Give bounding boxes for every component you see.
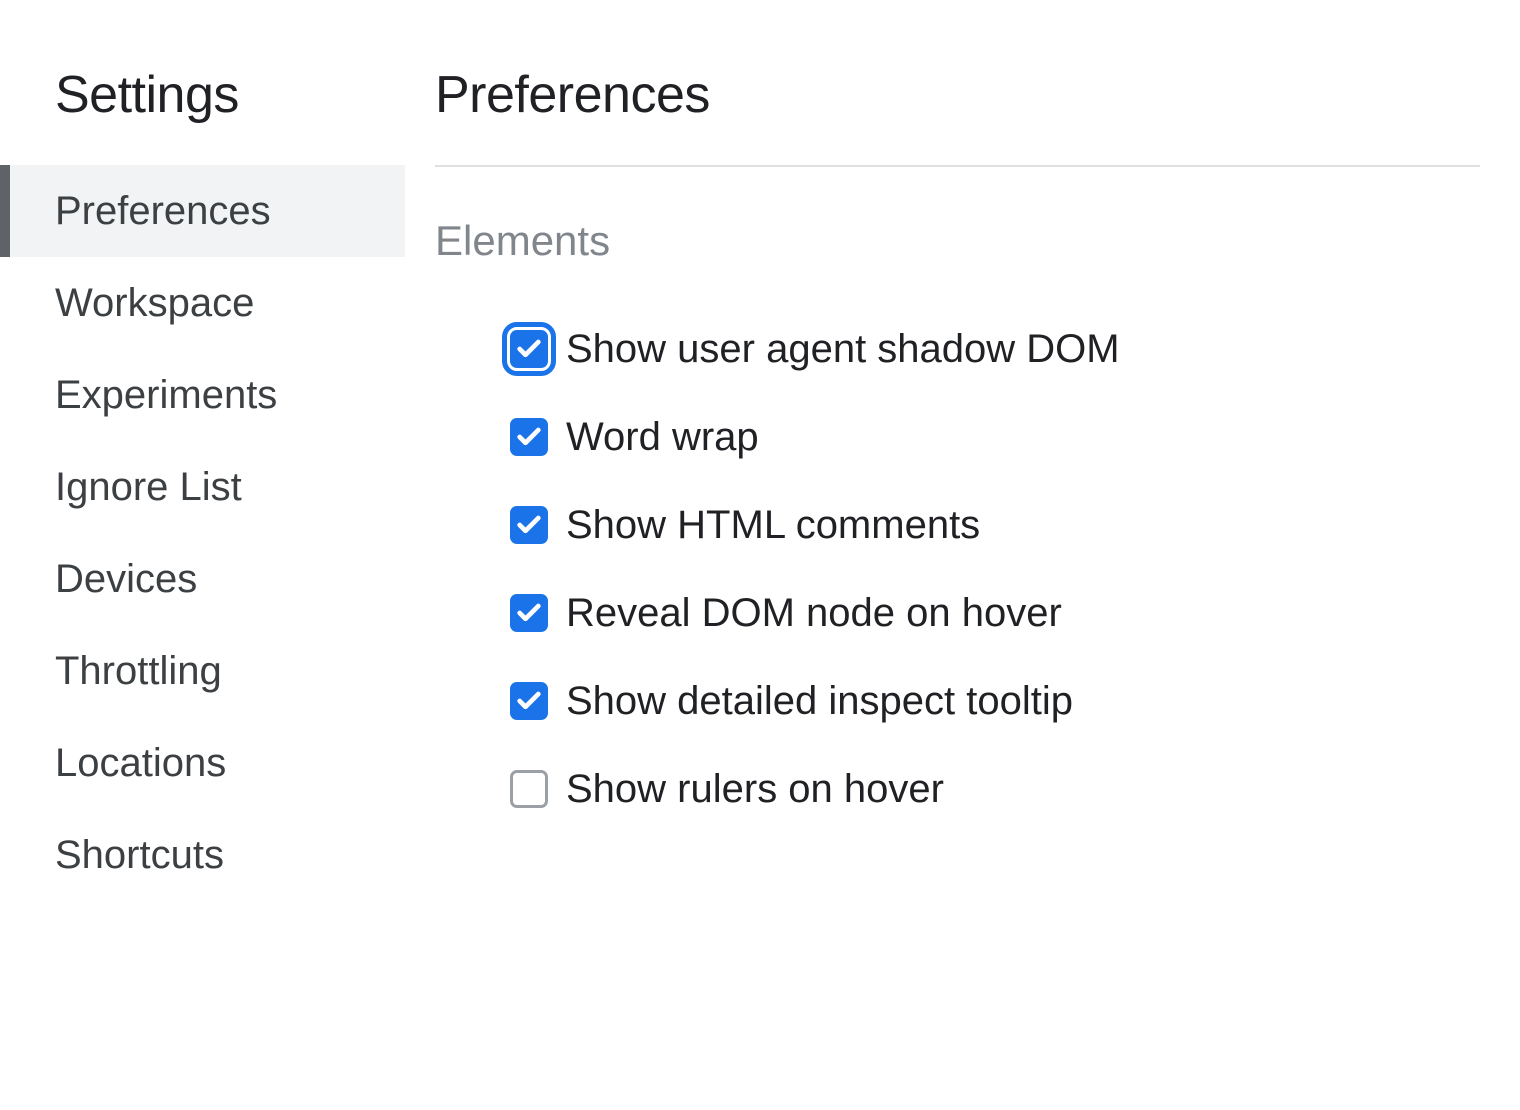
option-word-wrap: Word wrap <box>435 393 1480 481</box>
sidebar-item-label: Preferences <box>55 189 271 233</box>
sidebar-item-label: Shortcuts <box>55 833 224 877</box>
checkbox-show-detailed-inspect-tooltip[interactable] <box>510 682 548 720</box>
sidebar-item-label: Ignore List <box>55 465 242 509</box>
sidebar-item-preferences[interactable]: Preferences <box>0 165 405 257</box>
sidebar-item-devices[interactable]: Devices <box>0 533 405 625</box>
sidebar-item-workspace[interactable]: Workspace <box>0 257 405 349</box>
option-label[interactable]: Show rulers on hover <box>566 769 944 809</box>
main-content: Preferences Elements Show user agent sha… <box>405 0 1520 1110</box>
checkmark-icon <box>515 511 543 539</box>
option-label[interactable]: Word wrap <box>566 417 759 457</box>
option-show-rulers-on-hover: Show rulers on hover <box>435 745 1480 833</box>
sidebar-item-label: Workspace <box>55 281 254 325</box>
settings-sidebar: Settings Preferences Workspace Experimen… <box>0 0 405 1110</box>
checkbox-word-wrap[interactable] <box>510 418 548 456</box>
sidebar-item-experiments[interactable]: Experiments <box>0 349 405 441</box>
sidebar-item-label: Locations <box>55 741 226 785</box>
option-show-detailed-inspect-tooltip: Show detailed inspect tooltip <box>435 657 1480 745</box>
checkmark-icon <box>515 423 543 451</box>
sidebar-item-locations[interactable]: Locations <box>0 717 405 809</box>
checkmark-icon <box>515 687 543 715</box>
checkbox-reveal-dom-node-on-hover[interactable] <box>510 594 548 632</box>
page-title: Preferences <box>435 65 1480 167</box>
option-label[interactable]: Show detailed inspect tooltip <box>566 681 1073 721</box>
checkbox-show-rulers-on-hover[interactable] <box>510 770 548 808</box>
checkmark-icon <box>515 599 543 627</box>
checkbox-show-user-agent-shadow-dom[interactable] <box>510 330 548 368</box>
option-reveal-dom-node-on-hover: Reveal DOM node on hover <box>435 569 1480 657</box>
option-show-user-agent-shadow-dom: Show user agent shadow DOM <box>435 305 1480 393</box>
checkbox-show-html-comments[interactable] <box>510 506 548 544</box>
checkmark-icon <box>515 335 543 363</box>
sidebar-item-label: Experiments <box>55 373 277 417</box>
sidebar-title: Settings <box>0 65 405 165</box>
section-title-elements: Elements <box>435 217 1480 265</box>
sidebar-item-throttling[interactable]: Throttling <box>0 625 405 717</box>
option-label[interactable]: Reveal DOM node on hover <box>566 593 1062 633</box>
option-show-html-comments: Show HTML comments <box>435 481 1480 569</box>
option-label[interactable]: Show HTML comments <box>566 505 980 545</box>
sidebar-item-label: Throttling <box>55 649 222 693</box>
sidebar-item-label: Devices <box>55 557 197 601</box>
sidebar-item-ignore-list[interactable]: Ignore List <box>0 441 405 533</box>
sidebar-item-shortcuts[interactable]: Shortcuts <box>0 809 405 901</box>
option-label[interactable]: Show user agent shadow DOM <box>566 329 1120 369</box>
